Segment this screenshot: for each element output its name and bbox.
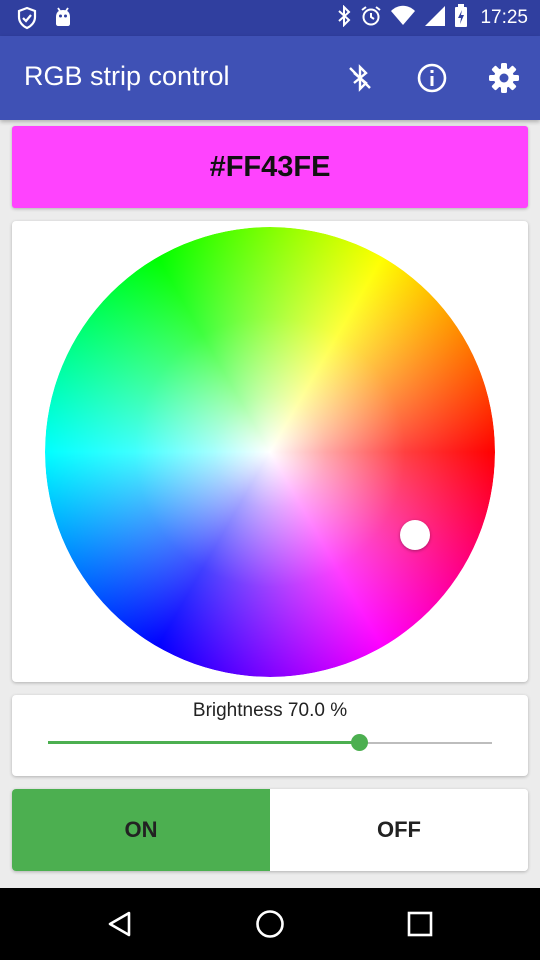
off-button[interactable]: OFF (270, 789, 528, 871)
app-bar: RGB strip control (0, 36, 540, 120)
on-button[interactable]: ON (12, 789, 270, 871)
brightness-card: Brightness 70.0 % (12, 695, 528, 776)
recents-icon[interactable] (402, 906, 438, 942)
clock-text: 17:25 (480, 7, 528, 28)
android-icon (52, 6, 74, 35)
color-preview: #FF43FE (12, 126, 528, 208)
status-bar: 17:25 (0, 0, 540, 36)
slider-fill (48, 741, 359, 744)
wifi-icon (390, 5, 416, 32)
home-icon[interactable] (252, 906, 288, 942)
color-wheel[interactable] (45, 227, 495, 677)
wheel-saturation-layer (45, 227, 495, 677)
back-icon[interactable] (102, 906, 138, 942)
power-toggle: ON OFF (12, 789, 528, 871)
brightness-label: Brightness 70.0 % (192, 700, 348, 721)
brightness-slider[interactable] (48, 731, 492, 755)
color-hex-text: #FF43FE (209, 150, 331, 183)
signal-icon (424, 5, 446, 32)
settings-icon[interactable] (488, 62, 520, 94)
color-wheel-thumb[interactable] (400, 520, 430, 550)
alarm-icon (360, 5, 382, 32)
info-icon[interactable] (416, 62, 448, 94)
battery-charging-icon (454, 3, 468, 33)
color-wheel-card (12, 221, 528, 682)
main-content: #FF43FE Brightness 70.0 % ON OFF (0, 120, 540, 888)
slider-thumb[interactable] (350, 734, 368, 751)
app-title: RGB strip control (24, 61, 230, 91)
navigation-bar (0, 888, 540, 960)
bluetooth-icon (336, 4, 352, 32)
shield-check-icon (16, 6, 38, 35)
bluetooth-disabled-icon[interactable] (344, 62, 376, 94)
